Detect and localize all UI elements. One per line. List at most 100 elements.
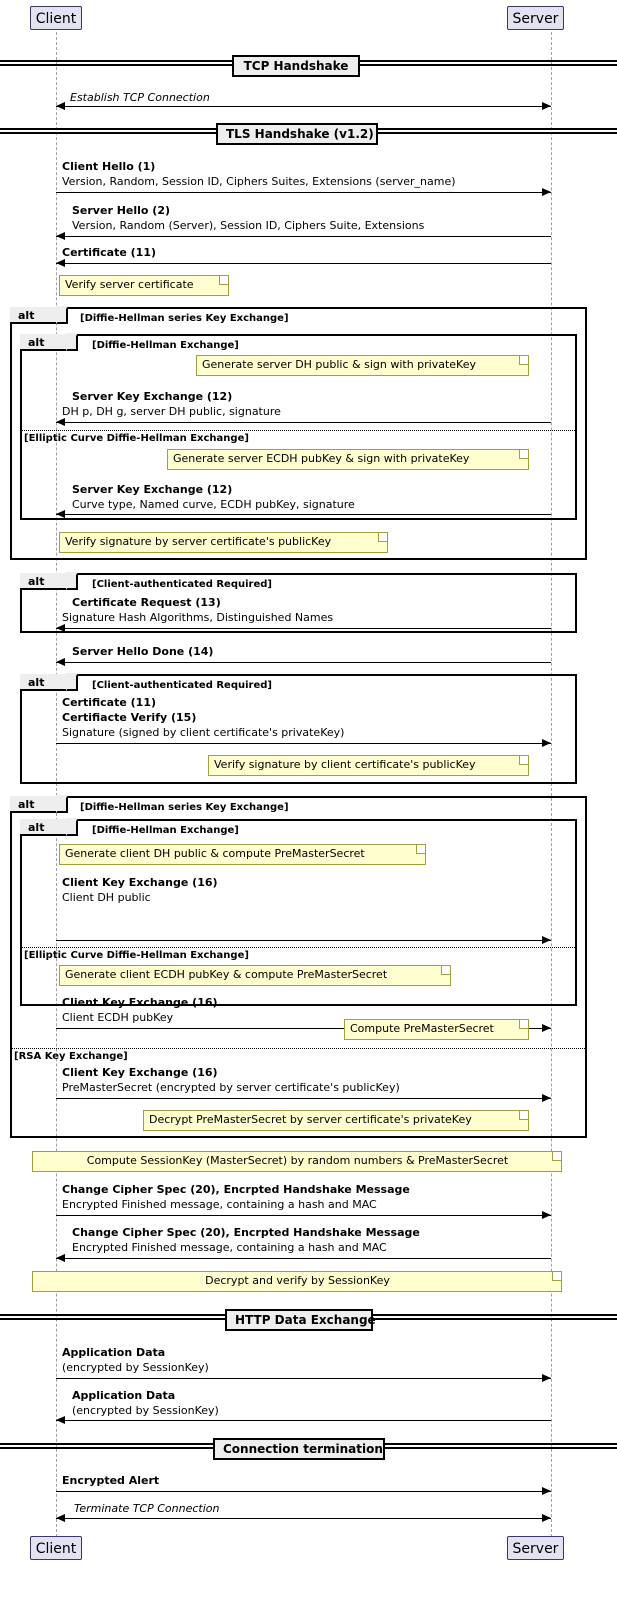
else-divider-ecdh-2 <box>22 947 575 948</box>
note-fold-corner-icon <box>519 356 528 365</box>
participant-client-top[interactable]: Client <box>30 6 82 30</box>
arrow-head-left-server-hello <box>56 232 65 240</box>
note-verify-server-certificate: Verify server certificate <box>59 275 229 296</box>
message-change-cipher-spec-s2c-detail: Encrypted Finished message, containing a… <box>72 1241 387 1254</box>
note-compute-premastersecret: Compute PreMasterSecret <box>344 1019 529 1040</box>
message-terminate-tcp-label: Terminate TCP Connection <box>74 1502 220 1515</box>
arrow-head-right-client-hello <box>542 188 551 196</box>
note-fold-corner-icon <box>552 1152 561 1161</box>
message-certificate-verify-title: Certifiacte Verify (15) <box>62 711 197 724</box>
message-client-key-exchange-dh-line <box>56 940 551 941</box>
note-text: Generate client ECDH pubKey & compute Pr… <box>65 968 388 981</box>
message-establish-tcp-line <box>56 106 551 107</box>
group-label-dh-exchange-1: [Diffie-Hellman Exchange] <box>92 340 239 351</box>
message-change-cipher-spec-c2s-detail: Encrypted Finished message, containing a… <box>62 1198 377 1211</box>
arrow-head-right-client-key-exchange-rsa <box>542 1094 551 1102</box>
arrow-head-right-encrypted-alert <box>542 1487 551 1495</box>
note-fold-corner-icon <box>519 450 528 459</box>
note-verify-signature-server-pub: Verify signature by server certificate's… <box>59 532 388 553</box>
message-client-hello-detail: Version, Random, Session ID, Ciphers Sui… <box>62 175 456 188</box>
message-certificate-request-line <box>56 628 551 629</box>
arrow-head-left-server-key-exchange-dh <box>56 418 65 426</box>
group-label-dh-series-2: [Diffie-Hellman series Key Exchange] <box>80 802 289 813</box>
message-encrypted-alert-line <box>56 1491 551 1492</box>
group-tab-alt-dh-series-2: alt <box>10 795 68 813</box>
message-server-key-exchange-ecdh-title: Server Key Exchange (12) <box>72 483 233 496</box>
message-server-hello-title: Server Hello (2) <box>72 204 170 217</box>
note-fold-corner-icon <box>219 276 228 285</box>
message-client-hello-title: Client Hello (1) <box>62 160 156 173</box>
divider-connection-termination: Connection termination <box>213 1438 385 1460</box>
arrow-head-right-establish-tcp <box>542 102 551 110</box>
arrow-head-right-app-data-c2s <box>542 1374 551 1382</box>
note-decrypt-verify-sessionkey: Decrypt and verify by SessionKey <box>32 1271 562 1292</box>
message-server-key-exchange-dh-detail: DH p, DH g, server DH public, signature <box>62 405 281 418</box>
message-app-data-c2s-title: Application Data <box>62 1346 166 1359</box>
group-label-dh-series-1: [Diffie-Hellman series Key Exchange] <box>80 313 289 324</box>
divider-tls-handshake: TLS Handshake (v1.2) <box>216 123 378 145</box>
sequence-diagram: Client Server Client Server TCP Handshak… <box>0 0 617 1617</box>
message-server-key-exchange-ecdh-detail: Curve type, Named curve, ECDH pubKey, si… <box>72 498 355 511</box>
divider-http-data-exchange: HTTP Data Exchange <box>225 1309 376 1331</box>
group-tab-alt-client-auth-2: alt <box>20 673 78 691</box>
group-tab-alt-dh-exchange-2: alt <box>20 818 78 836</box>
note-text: Decrypt PreMasterSecret by server certif… <box>149 1113 472 1126</box>
group-label-ecdh-else-1: [Elliptic Curve Diffie-Hellman Exchange] <box>24 433 249 444</box>
message-certificate-11-b-title: Certificate (11) <box>62 696 156 709</box>
arrow-head-right-client-key-exchange-dh <box>542 936 551 944</box>
arrow-head-left-app-data-s2c <box>56 1416 65 1424</box>
else-divider-rsa <box>12 1048 585 1049</box>
group-label-ecdh-else-2: [Elliptic Curve Diffie-Hellman Exchange] <box>24 950 249 961</box>
message-client-key-exchange-rsa-title: Client Key Exchange (16) <box>62 1066 218 1079</box>
message-client-key-exchange-rsa-detail: PreMasterSecret (encrypted by server cer… <box>62 1081 400 1094</box>
note-text: Verify signature by server certificate's… <box>65 535 332 548</box>
group-tab-alt-dh-series-1: alt <box>10 306 68 324</box>
arrow-head-right-change-cipher-spec-c2s <box>542 1211 551 1219</box>
message-establish-tcp-label: Establish TCP Connection <box>70 91 210 104</box>
message-change-cipher-spec-s2c-title: Change Cipher Spec (20), Encrpted Handsh… <box>72 1226 420 1239</box>
message-encrypted-alert-title: Encrypted Alert <box>62 1474 160 1487</box>
message-server-hello-detail: Version, Random (Server), Session ID, Ci… <box>72 219 425 232</box>
note-generate-client-ecdh: Generate client ECDH pubKey & compute Pr… <box>59 965 451 986</box>
message-certificate-verify-detail: Signature (signed by client certificate'… <box>62 726 345 739</box>
arrow-head-left-change-cipher-spec-s2c <box>56 1254 65 1262</box>
message-certificate-11-a-title: Certificate (11) <box>62 246 156 259</box>
arrow-head-right-client-key-exchange-ecdh <box>542 1024 551 1032</box>
arrow-head-left-server-hello-done <box>56 658 65 666</box>
lifeline-server <box>551 32 552 1552</box>
group-label-client-auth-2: [Client-authenticated Required] <box>92 680 272 691</box>
note-text: Verify signature by client certificate's… <box>214 758 476 771</box>
note-fold-corner-icon <box>519 756 528 765</box>
message-server-hello-done-line <box>56 662 551 663</box>
message-client-key-exchange-dh-title: Client Key Exchange (16) <box>62 876 218 889</box>
note-verify-signature-client-pub: Verify signature by client certificate's… <box>208 755 529 776</box>
message-certificate-request-detail: Signature Hash Algorithms, Distinguished… <box>62 611 334 624</box>
message-certificate-verify-line <box>56 743 551 744</box>
message-client-key-exchange-ecdh-title: Client Key Exchange (16) <box>62 996 218 1009</box>
note-text: Verify server certificate <box>65 278 194 291</box>
note-text: Compute SessionKey (MasterSecret) by ran… <box>86 1154 509 1167</box>
else-divider-ecdh-1 <box>22 430 575 431</box>
message-server-key-exchange-ecdh-line <box>56 514 551 515</box>
message-change-cipher-spec-s2c-line <box>56 1258 551 1259</box>
note-text: Compute PreMasterSecret <box>350 1022 494 1035</box>
message-server-key-exchange-dh-title: Server Key Exchange (12) <box>72 390 233 403</box>
arrow-head-left-terminate-tcp <box>56 1514 65 1522</box>
message-client-key-exchange-rsa-line <box>56 1098 551 1099</box>
note-fold-corner-icon <box>519 1111 528 1120</box>
participant-client-bottom[interactable]: Client <box>30 1536 82 1560</box>
message-terminate-tcp-line <box>56 1518 551 1519</box>
participant-server-bottom[interactable]: Server <box>507 1536 564 1560</box>
message-certificate-request-title: Certificate Request (13) <box>72 596 221 609</box>
group-tab-alt-dh-exchange-1: alt <box>20 333 78 351</box>
participant-server-top[interactable]: Server <box>507 6 564 30</box>
note-compute-sessionkey: Compute SessionKey (MasterSecret) by ran… <box>32 1151 562 1172</box>
note-fold-corner-icon <box>519 1020 528 1029</box>
message-server-key-exchange-dh-line <box>56 422 551 423</box>
message-client-hello-line <box>56 192 551 193</box>
message-app-data-s2c-line <box>56 1420 551 1421</box>
group-label-client-auth-1: [Client-authenticated Required] <box>92 579 272 590</box>
note-text: Generate server DH public & sign with pr… <box>202 358 477 371</box>
message-change-cipher-spec-c2s-title: Change Cipher Spec (20), Encrpted Handsh… <box>62 1183 410 1196</box>
group-label-rsa-else: [RSA Key Exchange] <box>14 1051 128 1062</box>
